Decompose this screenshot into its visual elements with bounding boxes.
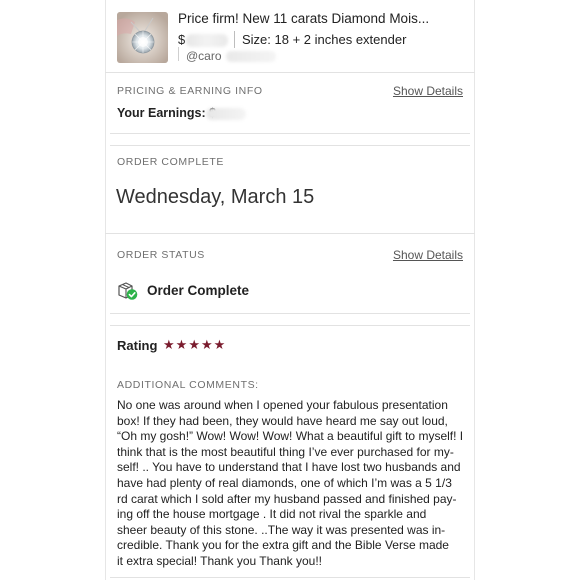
comments-section-label: ADDITIONAL COMMENTS: <box>117 379 259 391</box>
redacted-earnings <box>206 108 246 120</box>
redacted-handle <box>226 51 276 62</box>
comment-line: rd carat which I sold after my husband p… <box>117 491 457 506</box>
divider <box>234 31 235 48</box>
comment-line: have had plenty of real diamonds, one of… <box>117 475 452 490</box>
order-status-section-label: ORDER STATUS <box>117 249 205 261</box>
divider <box>105 72 475 73</box>
star-icon: ★ <box>213 337 226 352</box>
listing-price: $ <box>178 32 186 47</box>
comment-text: No one was around when I opened your fab… <box>117 398 467 570</box>
listing-thumbnail[interactable] <box>117 12 168 63</box>
star-icon: ★ <box>163 337 175 352</box>
comment-line: ing off the house mortgage . It did not … <box>117 507 427 522</box>
redacted-price <box>186 34 228 47</box>
rating-label: Rating <box>117 338 158 353</box>
star-icon: ★ <box>188 337 200 352</box>
divider <box>105 233 475 234</box>
divider <box>110 577 470 578</box>
comment-line: it extra special! Thank you Thank you!! <box>117 553 323 568</box>
seller-handle-text: @caro <box>186 49 222 63</box>
package-check-icon <box>117 281 139 301</box>
order-complete-section-label: ORDER COMPLETE <box>117 156 224 168</box>
comment-line: box! If they had been, they would have h… <box>117 413 448 428</box>
listing-size: Size: 18 + 2 inches extender <box>242 32 407 47</box>
listing-title[interactable]: Price firm! New 11 carats Diamond Mois..… <box>178 11 429 26</box>
divider <box>110 313 470 314</box>
comment-line: credible. Thank you for the extra gift a… <box>117 538 449 553</box>
divider <box>110 325 470 326</box>
seller-handle[interactable]: @caro <box>178 49 222 63</box>
pricing-section-label: PRICING & EARNING INFO <box>117 85 263 97</box>
comment-line: self! .. You have to understand that I h… <box>117 460 461 475</box>
order-complete-date: Wednesday, March 15 <box>116 186 315 208</box>
star-icon: ★ <box>175 337 188 352</box>
order-status-text: Order Complete <box>147 283 250 298</box>
rating-stars: ★ ★ ★ ★ ★ <box>163 338 225 352</box>
order-status-show-details-link[interactable]: Show Details <box>393 248 463 262</box>
divider <box>110 133 470 134</box>
comment-line: sheer beauty of this stone. ..The way it… <box>117 522 446 537</box>
divider <box>110 145 470 146</box>
comment-line: think that is the most beautiful thing I… <box>117 444 454 459</box>
star-icon: ★ <box>200 337 213 352</box>
comment-line: “Oh my gosh!” Wow! Wow! Wow! What a beau… <box>117 429 464 444</box>
comment-line: No one was around when I opened your fab… <box>117 398 448 412</box>
your-earnings: Your Earnings: $ <box>117 106 217 120</box>
pricing-show-details-link[interactable]: Show Details <box>393 84 463 98</box>
